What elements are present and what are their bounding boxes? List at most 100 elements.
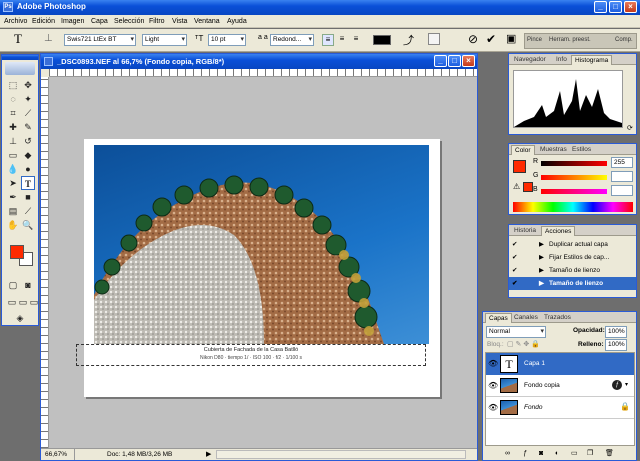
adjustment-layer-icon[interactable]: ◐ [555,448,559,460]
status-menu-icon[interactable]: ▶ [206,449,211,460]
align-center-icon[interactable]: ≡ [336,34,348,46]
color-ramp[interactable] [513,202,633,212]
clone-stamp-tool-icon[interactable]: ⊥ [6,134,20,148]
bridge-icon[interactable]: ▣ [506,32,516,45]
minimize-button[interactable]: _ [594,1,607,13]
checkmark-icon[interactable]: ✔ [512,238,517,251]
lasso-tool-icon[interactable]: ◌ [6,92,20,106]
layer-mask-icon[interactable]: ◙ [539,448,543,460]
canvas-area[interactable]: Cubierta de Fachada de la Casa Batlló Ni… [49,77,477,448]
layer-row[interactable]: 👁 T Capa 1 [486,353,634,375]
layer-style-icon[interactable]: ƒ [523,448,527,460]
text-color-swatch[interactable] [373,35,391,45]
align-left-icon[interactable]: ≡ [322,34,334,46]
expand-arrow-icon[interactable]: ▶ [539,264,544,277]
menu-capa[interactable]: Capa [91,15,108,28]
crop-tool-icon[interactable]: ⌗ [6,106,20,120]
well-tab-presets[interactable]: Herram. preest. [549,37,591,43]
document-maximize-button[interactable]: □ [448,55,461,67]
tab-acciones[interactable]: Acciones [541,226,576,236]
checkmark-icon[interactable]: ✔ [512,264,517,277]
r-value-field[interactable]: 255 [611,157,633,168]
type-tool-icon[interactable]: T [21,176,35,190]
foreground-color-swatch[interactable] [10,245,24,259]
action-item[interactable]: ✔ ▶ Fijar Estilos de cap... [509,251,636,264]
link-layers-icon[interactable]: ∞ [505,448,510,460]
canvas[interactable]: Cubierta de Fachada de la Casa Batlló Ni… [76,139,440,397]
menu-seleccion[interactable]: Selección [114,15,144,28]
tab-muestras[interactable]: Muestras [537,145,570,155]
font-size-select[interactable]: 10 pt [208,34,246,46]
text-orientation-icon[interactable]: ⊥ [44,33,53,44]
hand-tool-icon[interactable]: ✋ [6,218,20,232]
shape-tool-icon[interactable]: ■ [21,190,35,204]
tab-info[interactable]: Info [553,55,570,65]
commit-icon[interactable]: ✔ [486,32,496,46]
toolbox-logo-icon[interactable] [5,62,35,75]
bucket-tool-icon[interactable]: ◆ [21,148,35,162]
caption-text-box[interactable]: Cubierta de Fachada de la Casa Batlló Ni… [76,344,426,366]
tab-historia[interactable]: Historia [511,226,539,236]
lock-icons[interactable]: ▢ ✎ ✥ 🔒 [507,340,540,348]
checkmark-icon[interactable]: ✔ [512,251,517,264]
notes-tool-icon[interactable]: ▤ [6,204,20,218]
maximize-button[interactable]: □ [609,1,622,13]
action-item-selected[interactable]: ✔ ▶ Tamaño de lienzo [509,277,636,290]
menu-filtro[interactable]: Filtro [149,15,165,28]
brush-tool-icon[interactable]: ✎ [21,120,35,134]
action-item[interactable]: ✔ ▶ Duplicar actual capa [509,238,636,251]
b-value-field[interactable] [611,185,633,196]
expand-effects-icon[interactable]: ▾ [625,381,628,388]
menu-ayuda[interactable]: Ayuda [227,15,247,28]
r-slider[interactable] [541,161,607,166]
eye-icon[interactable]: 👁 [488,381,498,390]
move-tool-icon[interactable]: ✥ [21,78,35,92]
slice-tool-icon[interactable]: ⟋ [21,106,35,120]
well-tab-comps[interactable]: Comp. [615,37,633,43]
well-tab-pinceles[interactable]: Pince [527,37,542,43]
dodge-tool-icon[interactable]: ● [21,162,35,176]
antialias-select[interactable]: Redond... [270,34,314,46]
font-style-select[interactable]: Light [142,34,187,46]
menu-edicion[interactable]: Edición [32,15,55,28]
path-selection-tool-icon[interactable]: ➤ [6,176,20,190]
tab-estilos[interactable]: Estilos [569,145,594,155]
color-fg-swatch[interactable] [513,160,526,173]
pen-tool-icon[interactable]: ✒ [6,190,20,204]
eyedropper-tool-icon[interactable]: ⟋ [21,204,35,218]
new-layer-icon[interactable]: ❐ [587,448,593,460]
quick-mask-off-icon[interactable]: ▢ [6,278,20,292]
magic-wand-tool-icon[interactable]: ✦ [21,92,35,106]
warp-text-icon[interactable]: ⤴ [403,32,414,48]
expand-arrow-icon[interactable]: ▶ [539,277,544,290]
tab-capas[interactable]: Capas [485,313,512,323]
menu-ventana[interactable]: Ventana [194,15,220,28]
font-family-select[interactable]: Swis721 LtEx BT [64,34,136,46]
g-slider[interactable] [541,175,607,180]
layer-effects-icon[interactable]: ƒ [612,380,622,390]
tab-histograma[interactable]: Histograma [571,55,613,65]
text-tool-icon[interactable]: T [14,31,22,47]
menu-vista[interactable]: Vista [172,15,187,28]
layer-row[interactable]: 👁 Fondo copia ƒ ▾ [486,375,634,397]
eraser-tool-icon[interactable]: ▭ [6,148,20,162]
jump-to-imageready-icon[interactable]: ◈ [13,311,27,325]
tab-canales[interactable]: Canales [511,313,541,323]
checkmark-icon[interactable]: ✔ [512,277,517,290]
tab-trazados[interactable]: Trazados [541,313,574,323]
color-bg-swatch[interactable] [523,182,533,192]
history-brush-tool-icon[interactable]: ↺ [21,134,35,148]
menu-imagen[interactable]: Imagen [61,15,84,28]
marquee-tool-icon[interactable]: ⬚ [6,78,20,92]
palettes-icon[interactable] [428,33,440,45]
blend-mode-select[interactable]: Normal [486,326,546,338]
action-item[interactable]: ✔ ▶ Tamaño de lienzo [509,264,636,277]
tab-navegador[interactable]: Navegador [511,55,549,65]
document-minimize-button[interactable]: _ [434,55,447,67]
tab-color[interactable]: Color [511,145,535,155]
delete-layer-icon[interactable]: 🗑 [605,448,614,460]
horizontal-scrollbar[interactable] [216,450,466,459]
new-group-icon[interactable]: ▭ [571,448,578,460]
cancel-icon[interactable]: ⊘ [468,32,478,46]
zoom-level[interactable]: 66,67% [45,449,75,460]
